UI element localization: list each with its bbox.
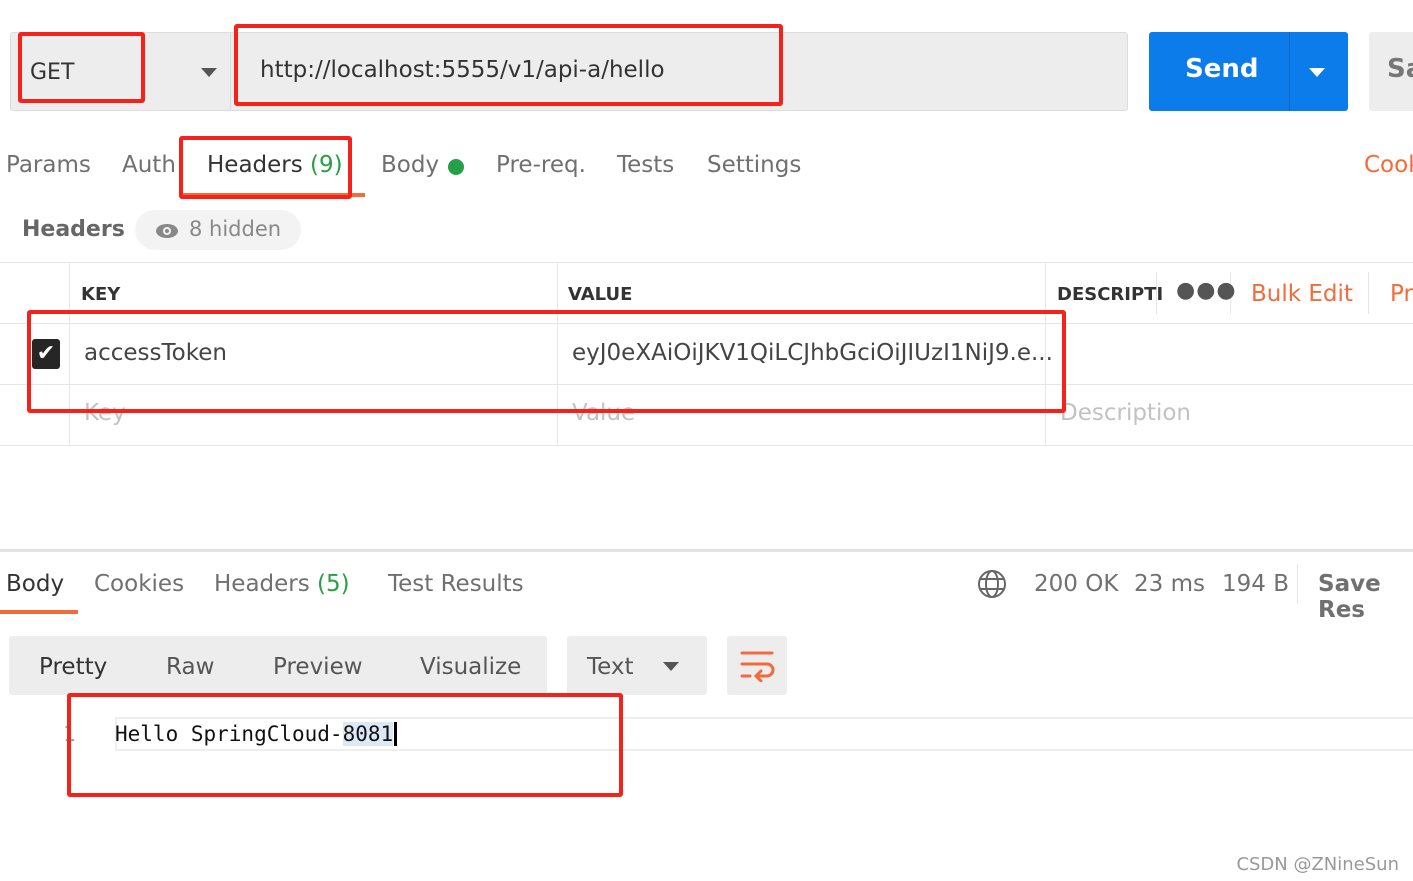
column-key: KEY (81, 284, 121, 305)
format-value: Text (587, 654, 634, 680)
annotation-box (18, 32, 145, 103)
response-tab-test-results[interactable]: Test Results (388, 571, 524, 597)
view-visualize[interactable]: Visualize (420, 654, 521, 680)
response-tab-body[interactable]: Body (6, 571, 64, 597)
cookies-link[interactable]: Cook (1364, 152, 1413, 178)
eye-icon (156, 224, 178, 238)
status-dot-icon (448, 159, 464, 175)
tab-settings[interactable]: Settings (707, 152, 801, 178)
annotation-box (67, 693, 623, 797)
divider (1368, 272, 1369, 314)
response-size: 194 B (1222, 571, 1289, 597)
bulk-edit-button[interactable]: Bulk Edit (1251, 281, 1353, 307)
divider (1289, 32, 1290, 111)
view-raw[interactable]: Raw (166, 654, 214, 680)
tab-pre-request[interactable]: Pre-req. (496, 152, 586, 178)
divider (1297, 564, 1298, 604)
response-time: 23 ms (1134, 571, 1205, 597)
tab-tests[interactable]: Tests (617, 152, 674, 178)
tab-label: Headers (214, 571, 310, 597)
globe-icon[interactable] (977, 569, 1007, 599)
description-input[interactable]: Description (1060, 400, 1191, 426)
watermark: CSDN @ZNineSun (1236, 854, 1399, 875)
response-tab-headers[interactable]: Headers (5) (214, 571, 350, 597)
view-preview[interactable]: Preview (273, 654, 363, 680)
chevron-down-icon[interactable] (201, 68, 217, 77)
divider (0, 445, 1413, 446)
presets-button[interactable]: Pr (1390, 281, 1413, 307)
view-pretty[interactable]: Pretty (39, 654, 107, 680)
save-button[interactable]: Sa (1369, 32, 1413, 111)
wrap-icon (740, 651, 775, 682)
chevron-down-icon[interactable] (663, 662, 679, 671)
more-options-icon[interactable]: ●●● (1176, 278, 1237, 303)
column-description: DESCRIPTI (1057, 284, 1164, 305)
annotation-box (27, 310, 1066, 413)
annotation-box (234, 24, 783, 106)
active-tab-indicator (0, 610, 78, 614)
tab-auth[interactable]: Auth (122, 152, 176, 178)
divider (0, 262, 1413, 263)
column-value: VALUE (568, 284, 633, 305)
tab-params[interactable]: Params (6, 152, 91, 178)
send-label: Send (1185, 54, 1259, 84)
pane-divider[interactable] (0, 549, 1413, 552)
tab-count: (5) (317, 571, 350, 597)
divider (230, 33, 231, 110)
hidden-label: 8 hidden (189, 217, 282, 241)
send-button[interactable]: Send (1149, 32, 1348, 111)
tab-body[interactable]: Body (381, 152, 439, 178)
save-response-button[interactable]: Save Res (1318, 571, 1413, 623)
status-code: 200 OK (1034, 571, 1119, 597)
annotation-box (179, 136, 352, 199)
headers-title: Headers (22, 217, 125, 242)
response-tab-cookies[interactable]: Cookies (94, 571, 184, 597)
chevron-down-icon[interactable] (1309, 68, 1325, 77)
